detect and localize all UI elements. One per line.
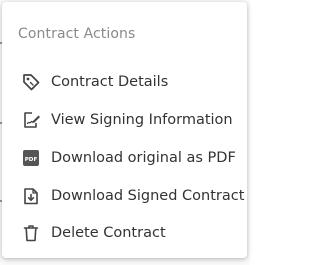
- menu-item-view-signing-information[interactable]: View Signing Information: [2, 102, 247, 138]
- tag-icon: [21, 72, 41, 92]
- pdf-icon: PDF: [21, 148, 41, 168]
- svg-text:PDF: PDF: [25, 157, 38, 163]
- menu-title: Contract Actions: [18, 26, 136, 42]
- menu-item-label: Delete Contract: [51, 225, 166, 241]
- menu-item-download-original-pdf[interactable]: PDF Download original as PDF: [2, 140, 247, 176]
- menu-item-label: Contract Details: [51, 74, 169, 90]
- menu-item-download-signed-contract[interactable]: Download Signed Contract: [2, 178, 247, 214]
- menu-item-label: Download original as PDF: [51, 150, 236, 166]
- menu-item-delete-contract[interactable]: Delete Contract: [2, 215, 247, 251]
- menu-item-contract-details[interactable]: Contract Details: [2, 64, 247, 100]
- menu-item-label: Download Signed Contract: [51, 188, 245, 204]
- trash-icon: [21, 223, 41, 243]
- download-file-icon: [21, 186, 41, 206]
- page: Contract Actions Contract Details View S…: [0, 0, 250, 265]
- menu-item-label: View Signing Information: [51, 112, 233, 128]
- signature-icon: [21, 110, 41, 130]
- contract-actions-menu: Contract Actions Contract Details View S…: [2, 2, 247, 258]
